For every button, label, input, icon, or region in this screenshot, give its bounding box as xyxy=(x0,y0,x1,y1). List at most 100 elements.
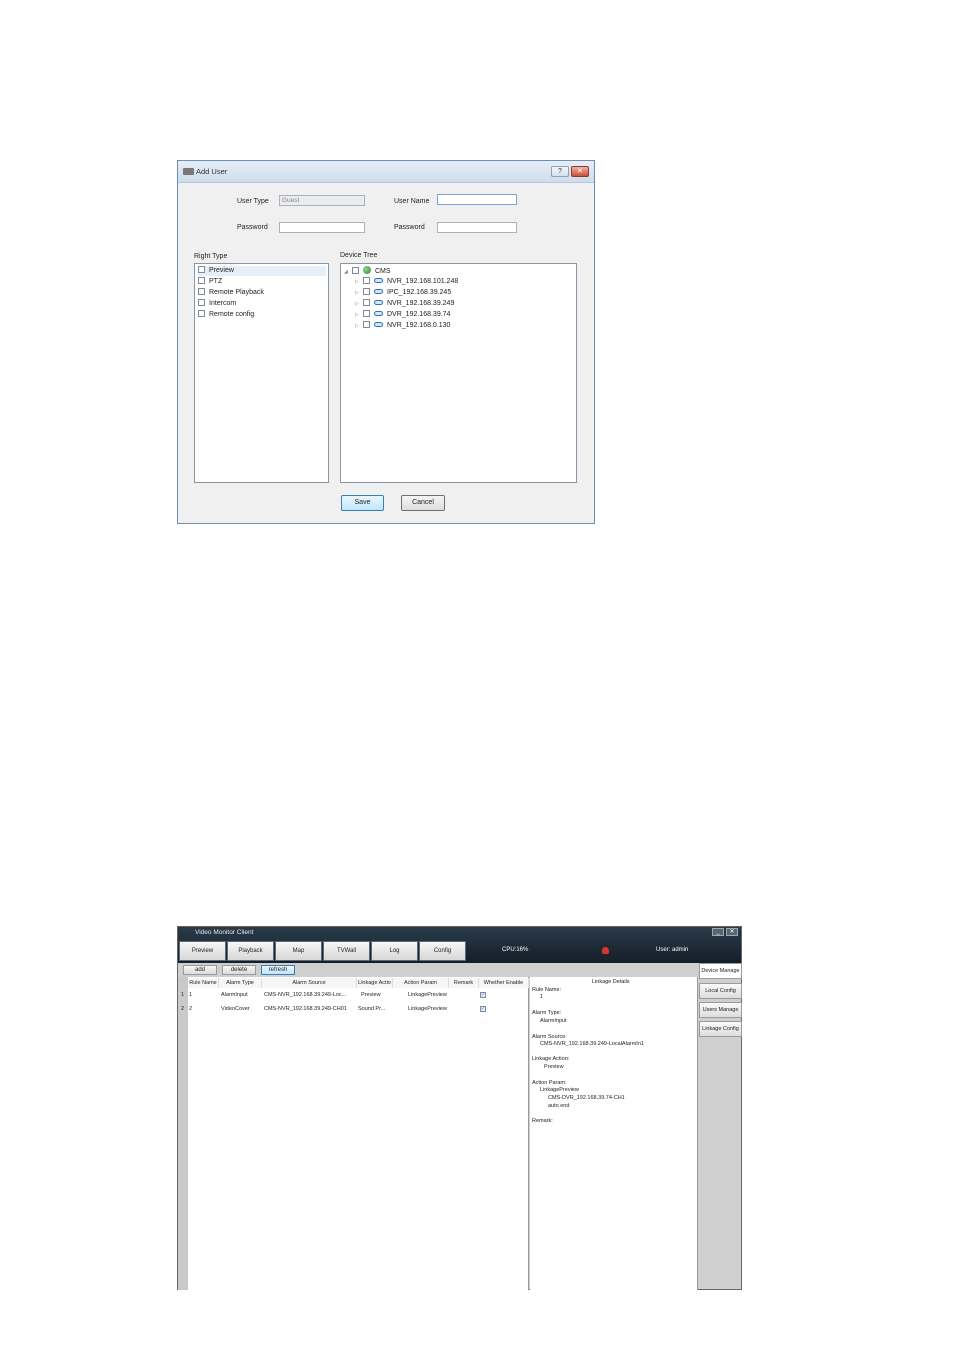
checkbox-icon[interactable] xyxy=(198,277,205,284)
alarm-type-value: AlarmInput xyxy=(540,1018,567,1024)
checkbox-icon[interactable] xyxy=(363,321,370,328)
table-cell[interactable]: VideoCover xyxy=(221,1004,261,1014)
tree-node-device[interactable]: ▷ NVR_192.168.101.248 xyxy=(355,277,458,287)
column-header[interactable]: Rule Name xyxy=(188,978,219,988)
right-item-ptz[interactable]: PTZ xyxy=(198,277,222,287)
right-type-label: Right Type xyxy=(194,253,228,260)
close-button[interactable]: ✕ xyxy=(726,928,738,936)
current-user: User: admin xyxy=(656,947,689,953)
checkbox-icon[interactable] xyxy=(198,288,205,295)
password-field[interactable] xyxy=(279,222,365,233)
password-label: Password xyxy=(237,224,268,231)
checkbox-icon[interactable] xyxy=(198,310,205,317)
action-param-value: LinkagePreview xyxy=(540,1087,579,1093)
table-cell[interactable]: 1 xyxy=(189,990,218,1000)
alarm-source-label: Alarm Source: xyxy=(532,1034,567,1040)
action-param-label: Action Param: xyxy=(532,1080,567,1086)
checkbox-icon[interactable] xyxy=(198,299,205,306)
checkbox-icon[interactable] xyxy=(363,277,370,284)
collapse-arrow-icon[interactable]: ▷ xyxy=(355,277,363,287)
help-button[interactable]: ? xyxy=(551,166,569,177)
column-header[interactable]: Whether Enable xyxy=(479,978,529,988)
tab-playback[interactable]: Playback xyxy=(227,941,274,961)
checkbox-checked-icon[interactable]: ✓ xyxy=(480,992,486,998)
nav-local-config[interactable]: Local Config xyxy=(699,983,742,999)
table-cell[interactable]: CMS-NVR_192.168.39.249-Loc... xyxy=(264,990,356,1000)
table-cell[interactable] xyxy=(451,1004,479,1014)
column-header[interactable]: Alarm Source xyxy=(262,978,357,988)
table-cell[interactable]: ✓ xyxy=(480,1004,528,1014)
table-cell[interactable]: LinkagePreview xyxy=(408,1004,448,1014)
column-header[interactable]: Action Param xyxy=(393,978,449,988)
tree-node-device[interactable]: ▷ NVR_192.168.0.130 xyxy=(355,321,450,331)
linkage-action-value: Preview xyxy=(544,1064,564,1070)
table-cell[interactable]: AlarmInput xyxy=(221,990,261,1000)
checkbox-icon[interactable] xyxy=(352,267,359,274)
table-cell[interactable]: LinkagePreview xyxy=(408,990,448,1000)
tree-node-cms[interactable]: ◢ CMS xyxy=(344,266,391,276)
expand-arrow-icon[interactable]: ◢ xyxy=(344,267,352,277)
user-name-label: User Name xyxy=(394,198,430,205)
collapse-arrow-icon[interactable]: ▷ xyxy=(355,321,363,331)
nav-linkage-config[interactable]: Linkage Config xyxy=(699,1021,742,1037)
checkbox-icon[interactable] xyxy=(363,310,370,317)
table-cell[interactable]: 2 xyxy=(189,1004,218,1014)
nav-device-manage[interactable]: Device Manage xyxy=(699,963,742,979)
rule-name-value: 1 xyxy=(540,994,544,1000)
save-button[interactable]: Save xyxy=(341,495,384,511)
right-item-remote-config[interactable]: Remote config xyxy=(198,310,254,320)
tree-node-device[interactable]: ▷ NVR_192.168.39.249 xyxy=(355,299,454,309)
tab-tvwall[interactable]: TVWall xyxy=(323,941,370,961)
user-name-field[interactable] xyxy=(437,194,517,205)
linkage-details-panel: Linkage Details Rule Name: 1 Alarm Type:… xyxy=(530,977,698,1290)
collapse-arrow-icon[interactable]: ▷ xyxy=(355,310,363,320)
table-cell[interactable] xyxy=(451,990,479,1000)
table-cell[interactable]: ✓ xyxy=(480,990,528,1000)
tab-preview[interactable]: Preview xyxy=(179,941,226,961)
tree-node-device[interactable]: ▷ DVR_192.168.39.74 xyxy=(355,310,450,320)
minimize-button[interactable]: _ xyxy=(712,928,724,936)
checkbox-icon[interactable] xyxy=(363,299,370,306)
table-cell[interactable]: Sound Pr... xyxy=(358,1004,393,1014)
user-type-field[interactable]: Guest xyxy=(279,195,365,206)
tab-log[interactable]: Log xyxy=(371,941,418,961)
column-header[interactable]: Alarm Type xyxy=(219,978,262,988)
collapse-arrow-icon[interactable]: ▷ xyxy=(355,299,363,309)
collapse-arrow-icon[interactable]: ▷ xyxy=(355,288,363,298)
right-item-preview[interactable]: Preview xyxy=(198,266,326,276)
confirm-password-label: Password xyxy=(394,224,425,231)
nvr-icon xyxy=(374,322,383,327)
right-item-intercom[interactable]: Intercom xyxy=(198,299,236,309)
checkbox-icon[interactable] xyxy=(363,288,370,295)
device-tree: ◢ CMS ▷ NVR_192.168.101.248 ▷ IPC_192.168.3… xyxy=(340,263,577,483)
checkbox-checked-icon[interactable]: ✓ xyxy=(480,1006,486,1012)
checkbox-icon[interactable] xyxy=(198,266,205,273)
column-header[interactable]: Remark xyxy=(449,978,479,988)
right-item-remote-playback[interactable]: Remote Playback xyxy=(198,288,264,298)
refresh-button[interactable]: refresh xyxy=(261,965,295,975)
device-tree-label: Device Tree xyxy=(340,252,378,259)
nvr-icon xyxy=(374,278,383,283)
delete-button[interactable]: delete xyxy=(222,965,256,975)
column-header[interactable]: Linkage Actio xyxy=(357,978,393,988)
cancel-button[interactable]: Cancel xyxy=(401,495,445,511)
app-title: Video Monitor Client xyxy=(195,929,254,936)
remark-label: Remark: xyxy=(532,1118,553,1124)
tree-node-device[interactable]: ▷ IPC_192.168.39.245 xyxy=(355,288,451,298)
nav-users-manage[interactable]: Users Manage xyxy=(699,1002,742,1018)
action-param-value: auto end xyxy=(548,1103,570,1109)
confirm-password-field[interactable] xyxy=(437,222,517,233)
tab-map[interactable]: Map xyxy=(275,941,322,961)
user-icon xyxy=(183,168,194,175)
table-cell[interactable]: Preview xyxy=(361,990,393,1000)
rule-name-label: Rule Name: xyxy=(532,987,562,993)
globe-icon xyxy=(363,266,371,274)
row-number: 2 xyxy=(181,1006,185,1012)
add-button[interactable]: add xyxy=(183,965,217,975)
tab-config[interactable]: Config xyxy=(419,941,466,961)
table-cell[interactable]: CMS-NVR_192.168.39.249-CH01 xyxy=(264,1004,356,1014)
alarm-icon[interactable] xyxy=(602,947,609,954)
alarm-type-label: Alarm Type: xyxy=(532,1010,562,1016)
client-header: Video Monitor Client _ ✕ Preview Playbac… xyxy=(178,927,741,963)
close-button[interactable]: ✕ xyxy=(571,166,589,177)
